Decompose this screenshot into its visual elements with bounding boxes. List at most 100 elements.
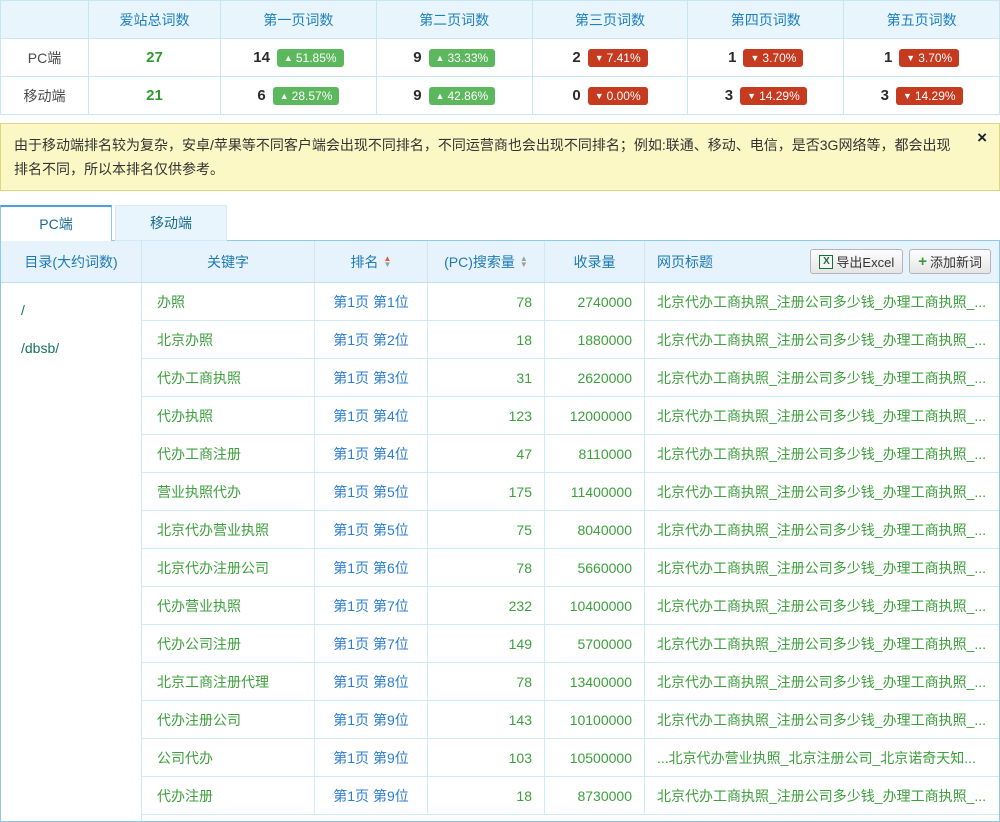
sort-desc-icon: ▼: [384, 262, 392, 268]
summary-cell: 9 ▲33.33%: [377, 39, 533, 77]
table-row: 代办营业执照 第1页 第7位 232 10400000 北京代办工商执照_注册公…: [142, 587, 999, 625]
change-badge: ▼0.00%: [588, 87, 648, 105]
keyword-cell: 代办工商执照: [142, 359, 315, 396]
table-row: 北京办照 第1页 第2位 18 1880000 北京代办工商执照_注册公司多少钱…: [142, 321, 999, 359]
directory-sidebar: / /dbsb/: [1, 283, 142, 822]
table-row: 代办注册公司 第1页 第9位 143 10100000 北京代办工商执照_注册公…: [142, 701, 999, 739]
page-title-cell: 北京代办工商执照_注册公司多少钱_办理工商执照_...: [645, 359, 999, 396]
rank-cell: 第1页 第5位: [315, 511, 428, 548]
page-title-cell: 北京代办工商执照_注册公司多少钱_办理工商执照_...: [645, 549, 999, 586]
directory-link[interactable]: /dbsb/: [1, 329, 141, 367]
rank-cell: 第1页 第9位: [315, 777, 428, 814]
summary-total-mobile: 21: [89, 77, 221, 115]
mobile-ranking-notice: 由于移动端排名较为复杂，安卓/苹果等不同客户端会出现不同排名，不同运营商也会出现…: [0, 123, 1000, 191]
keyword-table-panel: 目录(大约词数) 关键字 排名 ▲ ▼ (PC)搜索量 ▲ ▼ 收录量 网页标题…: [0, 240, 1000, 822]
summary-cell: 9 ▲42.86%: [377, 77, 533, 115]
word-count: 3: [881, 87, 889, 104]
directory-link[interactable]: /: [1, 291, 141, 329]
arrow-down-icon: ▼: [595, 89, 604, 103]
table-row: 代办注册 第1页 第9位 18 8730000 北京代办工商执照_注册公司多少钱…: [142, 777, 999, 815]
keyword-cell: 代办注册公司: [142, 701, 315, 738]
summary-cell: 1 ▼3.70%: [844, 39, 1000, 77]
change-badge: ▼14.29%: [740, 87, 807, 105]
rank-cell: 第1页 第3位: [315, 359, 428, 396]
change-percent: 0.00%: [607, 89, 641, 103]
index-count-cell: 1880000: [545, 321, 645, 358]
rank-link[interactable]: 第1页 第2位: [333, 330, 408, 350]
rank-link[interactable]: 第1页 第5位: [333, 520, 408, 540]
column-rank-sortable[interactable]: 排名 ▲ ▼: [315, 241, 428, 282]
tab-pc[interactable]: PC端: [0, 205, 112, 241]
column-search-volume-label: (PC)搜索量: [444, 252, 515, 272]
keyword-cell: 办照: [142, 283, 315, 320]
rank-link[interactable]: 第1页 第9位: [333, 748, 408, 768]
search-volume-cell: 75: [428, 511, 545, 548]
rank-link[interactable]: 第1页 第7位: [333, 634, 408, 654]
excel-icon: X: [819, 255, 833, 269]
summary-cell: 3 ▼14.29%: [688, 77, 844, 115]
add-word-button[interactable]: + 添加新词: [909, 249, 991, 274]
keyword-cell: 代办注册: [142, 777, 315, 814]
keyword-cell: 代办执照: [142, 397, 315, 434]
rank-link[interactable]: 第1页 第9位: [333, 710, 408, 730]
rank-link[interactable]: 第1页 第9位: [333, 786, 408, 806]
rank-link[interactable]: 第1页 第6位: [333, 558, 408, 578]
summary-cell: 2 ▼7.41%: [533, 39, 689, 77]
rank-link[interactable]: 第1页 第1位: [333, 292, 408, 312]
arrow-up-icon: ▲: [284, 51, 293, 65]
search-volume-cell: 18: [428, 777, 545, 814]
rank-link[interactable]: 第1页 第7位: [333, 596, 408, 616]
page-title-cell: 北京代办工商执照_注册公司多少钱_办理工商执照_...: [645, 663, 999, 700]
rank-cell: 第1页 第1位: [315, 283, 428, 320]
summary-header-page5: 第五页词数: [844, 1, 1000, 39]
sort-icon: ▲ ▼: [384, 256, 392, 268]
page-title-cell: 北京代办工商执照_注册公司多少钱_办理工商执照_...: [645, 587, 999, 624]
summary-table: 爱站总词数 第一页词数 第二页词数 第三页词数 第四页词数 第五页词数 PC端 …: [0, 0, 1000, 115]
change-badge: ▲51.85%: [277, 49, 344, 67]
arrow-down-icon: ▼: [595, 51, 604, 65]
change-percent: 14.29%: [759, 89, 800, 103]
rank-link[interactable]: 第1页 第4位: [333, 444, 408, 464]
rank-cell: 第1页 第8位: [315, 663, 428, 700]
search-volume-cell: 31: [428, 359, 545, 396]
keyword-cell: 北京代办营业执照: [142, 511, 315, 548]
change-percent: 7.41%: [607, 51, 641, 65]
summary-header-empty: [1, 1, 89, 39]
arrow-down-icon: ▼: [747, 89, 756, 103]
export-excel-button[interactable]: X 导出Excel: [810, 249, 903, 274]
close-icon[interactable]: ×: [977, 129, 987, 146]
word-count: 9: [413, 87, 421, 104]
index-count-cell: 5700000: [545, 625, 645, 662]
rank-link[interactable]: 第1页 第4位: [333, 406, 408, 426]
tab-mobile[interactable]: 移动端: [115, 205, 227, 241]
column-search-volume-sortable[interactable]: (PC)搜索量 ▲ ▼: [428, 241, 545, 282]
rank-cell: 第1页 第4位: [315, 397, 428, 434]
word-count: 9: [413, 49, 421, 66]
table-row: 办照 第1页 第1位 78 2740000 北京代办工商执照_注册公司多少钱_办…: [142, 283, 999, 321]
rank-link[interactable]: 第1页 第5位: [333, 482, 408, 502]
summary-row-label-mobile: 移动端: [1, 77, 89, 115]
keyword-cell: 北京办照: [142, 321, 315, 358]
summary-header-total: 爱站总词数: [89, 1, 221, 39]
word-count: 0: [572, 87, 580, 104]
change-percent: 51.85%: [296, 51, 337, 65]
change-percent: 14.29%: [915, 89, 956, 103]
page-title-cell: 北京代办工商执照_注册公司多少钱_办理工商执照_...: [645, 777, 999, 814]
rank-link[interactable]: 第1页 第3位: [333, 368, 408, 388]
index-count-cell: 11400000: [545, 473, 645, 510]
change-badge: ▲28.57%: [273, 87, 340, 105]
search-volume-cell: 143: [428, 701, 545, 738]
search-volume-cell: 149: [428, 625, 545, 662]
change-badge: ▼7.41%: [588, 49, 648, 67]
page-title-cell: ...北京代办营业执照_北京注册公司_北京诺奇天知...: [645, 739, 999, 776]
sort-desc-icon: ▼: [520, 262, 528, 268]
table-row: 代办工商注册 第1页 第4位 47 8110000 北京代办工商执照_注册公司多…: [142, 435, 999, 473]
search-volume-cell: 78: [428, 663, 545, 700]
page-title-cell: 北京代办工商执照_注册公司多少钱_办理工商执照_...: [645, 283, 999, 320]
rank-cell: 第1页 第7位: [315, 587, 428, 624]
keyword-cell: 代办公司注册: [142, 625, 315, 662]
rank-link[interactable]: 第1页 第8位: [333, 672, 408, 692]
search-volume-cell: 47: [428, 435, 545, 472]
index-count-cell: 2740000: [545, 283, 645, 320]
table-row: 营业执照代办 第1页 第5位 175 11400000 北京代办工商执照_注册公…: [142, 473, 999, 511]
